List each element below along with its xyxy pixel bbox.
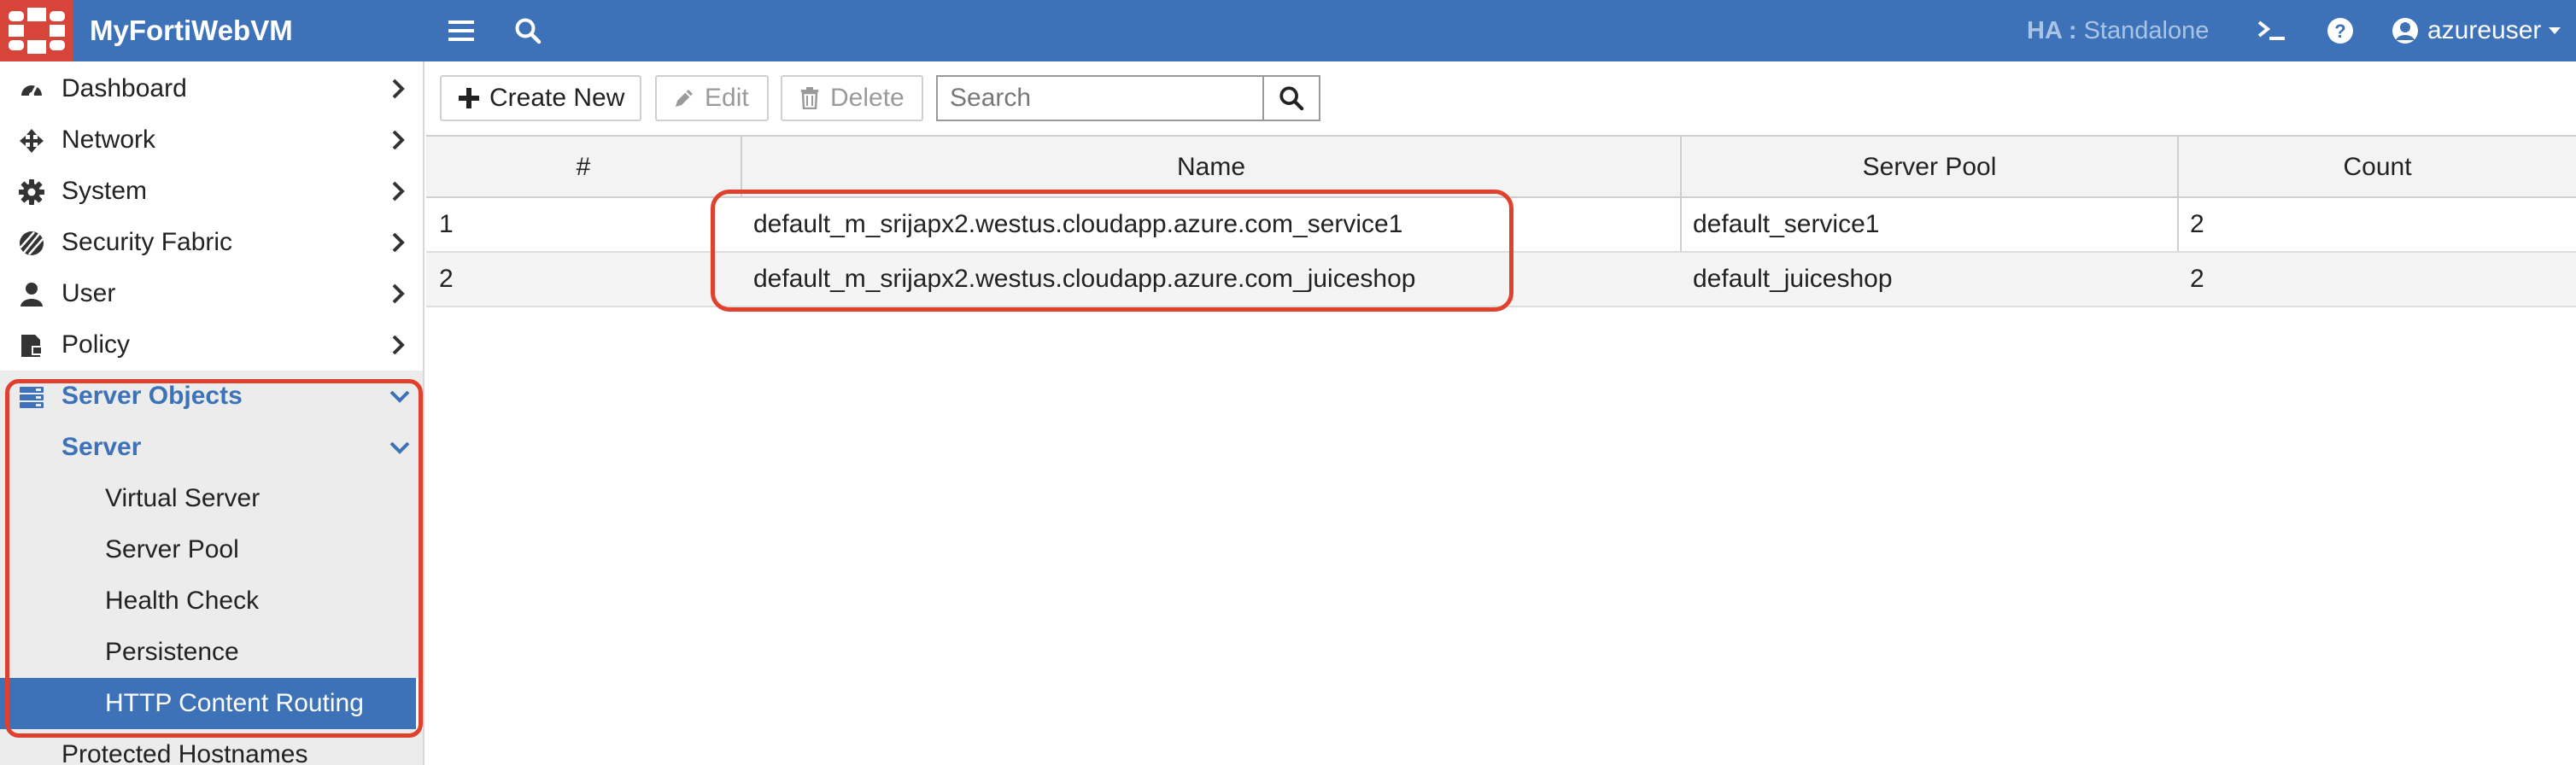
sidebar-item-policy[interactable]: Policy (0, 319, 423, 371)
menu-icon[interactable] (446, 12, 477, 50)
delete-button[interactable]: Delete (781, 75, 923, 121)
app-title: MyFortiWebVM (90, 15, 293, 46)
ha-value: Standalone (2083, 17, 2210, 44)
name-column-highlight-annotation (711, 190, 1513, 312)
dashboard-icon (19, 77, 44, 102)
edit-button[interactable]: Edit (655, 75, 769, 121)
trash-icon (799, 87, 820, 109)
chevron-right-icon (392, 335, 405, 355)
sidebar-item-label: User (61, 279, 116, 307)
edit-label: Edit (705, 84, 749, 112)
user-menu[interactable]: azureuser (2392, 12, 2570, 50)
cell-server-pool: default_juiceshop (1693, 265, 1893, 293)
user-name: azureuser (2427, 16, 2542, 44)
svg-text:?: ? (2334, 20, 2345, 42)
top-bar: MyFortiWebVM HA : Standalone ? azureuser (0, 0, 2576, 61)
cell-index: 2 (439, 265, 454, 293)
column-header-server-pool[interactable]: Server Pool (1682, 137, 2177, 198)
sidebar-item-label: Dashboard (61, 74, 187, 102)
pencil-icon (674, 88, 694, 108)
search-icon[interactable] (512, 12, 543, 50)
fortinet-logo-icon (9, 8, 65, 54)
user-avatar-icon (2392, 18, 2418, 44)
cli-console-icon[interactable] (2255, 12, 2289, 50)
user-icon (19, 282, 44, 307)
column-header-count[interactable]: Count (2179, 137, 2576, 198)
search-input[interactable] (936, 75, 1264, 121)
sidebar-item-system[interactable]: System (0, 166, 423, 217)
delete-label: Delete (830, 84, 905, 112)
ha-label: HA : (2027, 17, 2077, 44)
search-button[interactable] (1262, 75, 1320, 121)
sidebar-item-security-fabric[interactable]: Security Fabric (0, 217, 423, 268)
sidebar-item-label: Network (61, 126, 156, 154)
network-icon (19, 128, 44, 154)
plus-icon (459, 88, 479, 108)
ha-status: HA : Standalone (2027, 12, 2209, 50)
sidebar-item-user[interactable]: User (0, 268, 423, 319)
column-header-index[interactable]: # (426, 137, 741, 198)
sidebar-item-label: System (61, 177, 148, 205)
search-icon (1279, 86, 1304, 111)
cell-server-pool: default_service1 (1693, 210, 1880, 238)
sidebar-item-label: Security Fabric (61, 228, 233, 256)
create-new-button[interactable]: Create New (440, 75, 641, 121)
sidebar-highlight-annotation (5, 379, 423, 738)
chevron-right-icon (392, 181, 405, 201)
sidebar-item-network[interactable]: Network (0, 114, 423, 166)
caret-down-icon (2549, 27, 2561, 34)
gear-icon (19, 179, 44, 205)
help-icon[interactable]: ? (2323, 12, 2357, 50)
chevron-right-icon (392, 283, 405, 304)
chevron-right-icon (392, 79, 405, 99)
security-fabric-icon (19, 231, 44, 256)
policy-icon (19, 333, 44, 359)
fortinet-logo[interactable] (0, 0, 73, 61)
chevron-right-icon (392, 130, 405, 150)
cell-index: 1 (439, 210, 454, 238)
chevron-right-icon (392, 232, 405, 253)
sidebar-item-dashboard[interactable]: Dashboard (0, 63, 423, 114)
cell-count: 2 (2190, 265, 2204, 293)
sidebar-item-label: Policy (61, 330, 131, 359)
create-new-label: Create New (489, 84, 625, 112)
cell-count: 2 (2190, 210, 2204, 238)
